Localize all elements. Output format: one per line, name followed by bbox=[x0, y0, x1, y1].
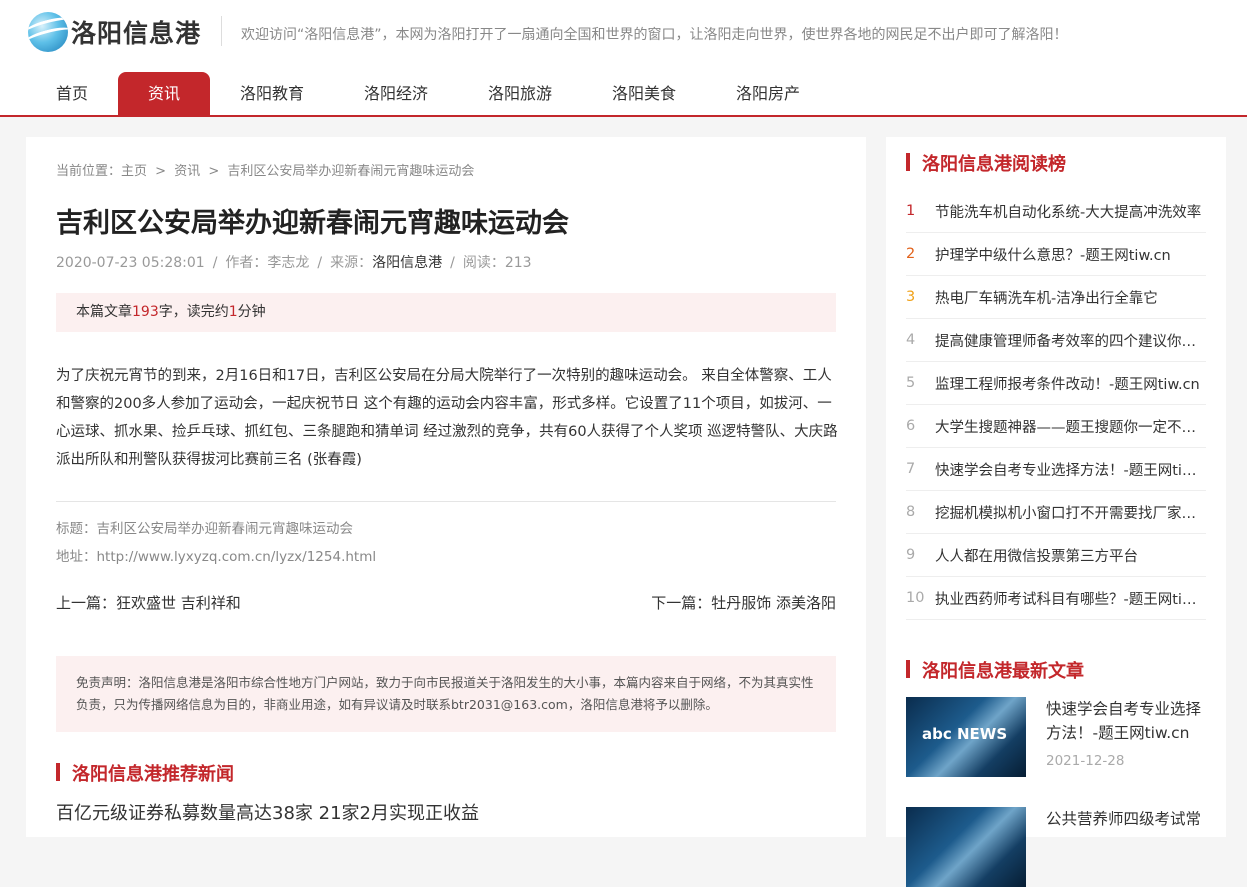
next-article-link[interactable]: 下一篇：牡丹服饰 添美洛阳 bbox=[651, 592, 836, 613]
latest-article-thumbnail[interactable]: abc NEWS bbox=[906, 697, 1026, 777]
rank-title[interactable]: 提高健康管理师备考效率的四个建议你知道吗 bbox=[935, 330, 1206, 351]
site-logo[interactable]: 洛阳信息港 bbox=[28, 12, 201, 52]
latest-article-title[interactable]: 公共营养师四级考试常 bbox=[1046, 807, 1201, 831]
nav-item-realestate[interactable]: 洛阳房产 bbox=[722, 72, 814, 115]
nav-item-education[interactable]: 洛阳教育 bbox=[226, 72, 318, 115]
ranking-item[interactable]: 3 热电厂车辆洗车机-洁净出行全靠它 bbox=[906, 276, 1206, 319]
article-title: 吉利区公安局举办迎新春闹元宵趣味运动会 bbox=[56, 208, 569, 239]
article-info-url[interactable]: 地址：http://www.lyxyzq.com.cn/lyzx/1254.ht… bbox=[56, 545, 376, 565]
logo-globe-icon bbox=[28, 12, 68, 52]
breadcrumb-current: 吉利区公安局举办迎新春闹元宵趣味运动会 bbox=[227, 164, 475, 179]
article-reads: 阅读：213 bbox=[462, 255, 532, 271]
ranking-item[interactable]: 1 节能洗车机自动化系统-大大提高冲洗效率 bbox=[906, 190, 1206, 233]
article-author: 作者：李志龙 bbox=[225, 255, 310, 271]
rank-number: 7 bbox=[906, 461, 916, 477]
latest-heading: 洛阳信息港最新文章 bbox=[906, 657, 1084, 683]
ranking-list: 1 节能洗车机自动化系统-大大提高冲洗效率 2 护理学中级什么意思？-题王网tiw.… bbox=[906, 190, 1206, 620]
rank-title[interactable]: 执业西药师考试科目有哪些？-题王网tiw.cn bbox=[935, 588, 1206, 609]
rank-title[interactable]: 挖掘机模拟机小窗口打不开需要找厂家解决吗 bbox=[935, 502, 1206, 523]
header-divider bbox=[221, 16, 222, 46]
rank-title[interactable]: 节能洗车机自动化系统-大大提高冲洗效率 bbox=[935, 201, 1206, 222]
word-count: 193 bbox=[132, 304, 159, 320]
rank-number: 2 bbox=[906, 246, 916, 262]
nav-item-home[interactable]: 首页 bbox=[28, 72, 116, 115]
latest-article-date: 2021-12-28 bbox=[1046, 753, 1125, 769]
rank-number: 4 bbox=[906, 332, 916, 348]
rank-title[interactable]: 大学生搜题神器——题王搜题你一定不能错过 bbox=[935, 416, 1206, 437]
rank-title[interactable]: 热电厂车辆洗车机-洁净出行全靠它 bbox=[935, 287, 1206, 308]
latest-article[interactable]: abc NEWS 快速学会自考专业选择方法！-题王网tiw.cn 2021-12… bbox=[906, 697, 1206, 777]
article-info-title: 标题：吉利区公安局举办迎新春闹元宵趣味运动会 bbox=[56, 521, 353, 537]
ranking-item[interactable]: 4 提高健康管理师备考效率的四个建议你知道吗 bbox=[906, 319, 1206, 362]
site-header: 洛阳信息港 欢迎访问“洛阳信息港”，本网为洛阳打开了一扇通向全国和世界的窗口，让… bbox=[0, 0, 1247, 117]
main-nav: 首页 资讯 洛阳教育 洛阳经济 洛阳旅游 洛阳美食 洛阳房产 bbox=[0, 72, 1247, 117]
article-source-label: 来源： bbox=[330, 255, 373, 271]
nav-item-news[interactable]: 资讯 bbox=[118, 72, 210, 115]
reading-time-notice: 本篇文章193字，读完约1分钟 bbox=[56, 293, 836, 332]
article-date: 2020-07-23 05:28:01 bbox=[56, 255, 205, 271]
rank-number: 1 bbox=[906, 203, 916, 219]
article-source: 洛阳信息港 bbox=[372, 255, 443, 271]
latest-article-title[interactable]: 快速学会自考专业选择方法！-题王网tiw.cn bbox=[1046, 697, 1206, 745]
latest-article[interactable]: 公共营养师四级考试常 bbox=[906, 807, 1206, 887]
rank-number: 3 bbox=[906, 289, 916, 305]
ranking-item[interactable]: 6 大学生搜题神器——题王搜题你一定不能错过 bbox=[906, 405, 1206, 448]
logo-text: 洛阳信息港 bbox=[71, 19, 202, 48]
breadcrumb-home-link[interactable]: 主页 bbox=[121, 164, 147, 179]
breadcrumb-separator: > bbox=[155, 164, 167, 179]
ranking-item[interactable]: 10 执业西药师考试科目有哪些？-题王网tiw.cn bbox=[906, 577, 1206, 620]
rank-title[interactable]: 监理工程师报考条件改动！-题王网tiw.cn bbox=[935, 373, 1206, 394]
disclaimer: 免责声明：洛阳信息港是洛阳市综合性地方门户网站，致力于向市民报道关于洛阳发生的大… bbox=[56, 656, 836, 732]
content-divider bbox=[56, 501, 836, 502]
breadcrumb: 当前位置：主页 > 资讯 > 吉利区公安局举办迎新春闹元宵趣味运动会 bbox=[56, 160, 478, 179]
rank-title[interactable]: 护理学中级什么意思？-题王网tiw.cn bbox=[935, 244, 1206, 265]
nav-item-economy[interactable]: 洛阳经济 bbox=[350, 72, 442, 115]
prev-article-link[interactable]: 上一篇：狂欢盛世 吉利祥和 bbox=[56, 592, 241, 613]
ranking-item[interactable]: 7 快速学会自考专业选择方法！-题王网tiw.cn bbox=[906, 448, 1206, 491]
ranking-item[interactable]: 8 挖掘机模拟机小窗口打不开需要找厂家解决吗 bbox=[906, 491, 1206, 534]
rank-number: 6 bbox=[906, 418, 916, 434]
article-meta: 2020-07-23 05:28:01/作者：李志龙 / 来源：洛阳信息港 / 阅读：2… bbox=[56, 255, 532, 271]
rank-title[interactable]: 人人都在用微信投票第三方平台 bbox=[935, 545, 1206, 566]
ranking-heading: 洛阳信息港阅读榜 bbox=[906, 150, 1066, 176]
rank-number: 5 bbox=[906, 375, 916, 391]
sidebar: 洛阳信息港阅读榜 1 节能洗车机自动化系统-大大提高冲洗效率 2 护理学中级什么意思… bbox=[886, 137, 1226, 887]
recommend-heading: 洛阳信息港推荐新闻 bbox=[56, 760, 234, 786]
ranking-item[interactable]: 9 人人都在用微信投票第三方平台 bbox=[906, 534, 1206, 577]
nav-item-travel[interactable]: 洛阳旅游 bbox=[474, 72, 566, 115]
site-slogan: 欢迎访问“洛阳信息港”，本网为洛阳打开了一扇通向全国和世界的窗口，让洛阳走向世界… bbox=[241, 27, 1068, 43]
recommend-item[interactable]: 百亿元级证券私募数量高达38家 21家2月实现正收益 bbox=[56, 799, 479, 825]
rank-number: 8 bbox=[906, 504, 916, 520]
article-panel: 当前位置：主页 > 资讯 > 吉利区公安局举办迎新春闹元宵趣味运动会 吉利区公安… bbox=[26, 137, 866, 837]
ranking-item[interactable]: 2 护理学中级什么意思？-题王网tiw.cn bbox=[906, 233, 1206, 276]
rank-number: 9 bbox=[906, 547, 916, 563]
nav-item-food[interactable]: 洛阳美食 bbox=[598, 72, 690, 115]
breadcrumb-prefix: 当前位置： bbox=[56, 164, 122, 179]
ranking-item[interactable]: 5 监理工程师报考条件改动！-题王网tiw.cn bbox=[906, 362, 1206, 405]
rank-number: 10 bbox=[906, 590, 925, 606]
reading-minutes: 1 bbox=[228, 304, 238, 320]
rank-title[interactable]: 快速学会自考专业选择方法！-题王网tiw.cn bbox=[935, 459, 1206, 480]
latest-article-thumbnail[interactable] bbox=[906, 807, 1026, 887]
breadcrumb-category-link[interactable]: 资讯 bbox=[174, 164, 200, 179]
breadcrumb-separator: > bbox=[208, 164, 220, 179]
article-body: 为了庆祝元宵节的到来，2月16日和17日，吉利区公安局在分局大院举行了一次特别的… bbox=[56, 368, 838, 468]
news-logo: abc NEWS bbox=[922, 725, 1008, 743]
